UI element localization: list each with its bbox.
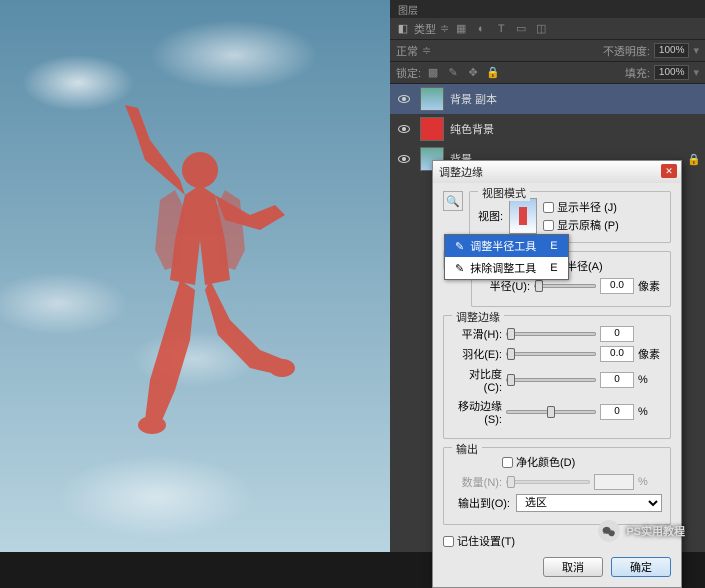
shift-value[interactable]: 0 (600, 404, 634, 420)
show-radius-check[interactable]: 显示半径 (J) (543, 199, 619, 215)
show-original-check[interactable]: 显示原稿 (P) (543, 217, 619, 233)
zoom-tool-icon[interactable]: 🔍 (443, 191, 463, 211)
blend-mode-select[interactable]: 正常 (396, 43, 418, 59)
lock-icon: 🔒 (687, 153, 701, 166)
visibility-toggle[interactable] (394, 89, 414, 109)
cancel-button[interactable]: 取消 (543, 557, 603, 577)
layer-name[interactable]: 纯色背景 (450, 121, 494, 137)
erase-brush-icon: ✎ (455, 262, 464, 275)
brush-tool-menu: ✎ 调整半径工具 E ✎ 抹除调整工具 E (444, 234, 569, 280)
layer-thumbnail[interactable] (420, 87, 444, 111)
dialog-titlebar[interactable]: 调整边缘 ✕ (433, 161, 681, 183)
view-mode-select[interactable] (509, 198, 537, 234)
lock-brush-icon[interactable]: ✎ (445, 65, 461, 81)
smooth-value[interactable]: 0 (600, 326, 634, 342)
layer-name[interactable]: 背景 副本 (450, 91, 497, 107)
feather-unit: 像素 (638, 346, 662, 362)
layer-filter-row: ◧ 类型 ≑ ▦ ◐ T ▭ ◫ (390, 18, 705, 40)
fill-value[interactable]: 100% (654, 65, 690, 80)
lock-all-icon[interactable]: 🔒 (485, 65, 501, 81)
adjust-edge-legend: 调整边缘 (452, 309, 504, 325)
amount-slider (506, 480, 590, 484)
watermark: PS实用教程 (598, 520, 685, 542)
ok-button[interactable]: 确定 (611, 557, 671, 577)
filter-text-icon[interactable]: T (493, 21, 509, 37)
canvas[interactable] (0, 0, 390, 552)
amount-value (594, 474, 634, 490)
feather-label: 羽化(E): (452, 346, 502, 362)
layer-thumbnail[interactable] (420, 117, 444, 141)
filter-pixel-icon[interactable]: ▦ (453, 21, 469, 37)
lock-label: 锁定: (396, 65, 421, 81)
smooth-label: 平滑(H): (452, 326, 502, 342)
radius-unit: 像素 (638, 278, 662, 294)
blend-mode-row: 正常 ≑ 不透明度: 100% ▾ (390, 40, 705, 62)
shift-slider[interactable] (506, 410, 596, 414)
dialog-title: 调整边缘 (439, 164, 483, 180)
output-to-label: 输出到(O): (452, 495, 510, 511)
erase-refine-tool-item[interactable]: ✎ 抹除调整工具 E (445, 257, 568, 279)
visibility-toggle[interactable] (394, 119, 414, 139)
filter-adjust-icon[interactable]: ◐ (473, 21, 489, 37)
decontaminate-check[interactable]: 净化颜色(D) (502, 454, 662, 470)
radius-label: 半径(U): (480, 278, 530, 294)
filter-shape-icon[interactable]: ▭ (513, 21, 529, 37)
layer-row[interactable]: 背景 副本 (390, 84, 705, 114)
filter-smart-icon[interactable]: ◫ (533, 21, 549, 37)
amount-unit: % (638, 476, 662, 488)
smooth-slider[interactable] (506, 332, 596, 336)
contrast-unit: % (638, 374, 662, 386)
contrast-slider[interactable] (506, 378, 596, 382)
contrast-label: 对比度(C): (452, 366, 502, 394)
selected-subject (100, 100, 300, 440)
opacity-value[interactable]: 100% (654, 43, 690, 58)
contrast-value[interactable]: 0 (600, 372, 634, 388)
view-label: 视图: (478, 208, 503, 224)
layer-row[interactable]: 纯色背景 (390, 114, 705, 144)
close-icon[interactable]: ✕ (661, 164, 677, 178)
visibility-toggle[interactable] (394, 149, 414, 169)
refine-radius-tool-item[interactable]: ✎ 调整半径工具 E (445, 235, 568, 257)
feather-value[interactable]: 0.0 (600, 346, 634, 362)
shift-label: 移动边缘(S): (452, 398, 502, 426)
output-legend: 输出 (452, 441, 482, 457)
layers-panel-title: 图层 (390, 0, 705, 18)
lock-transparency-icon[interactable]: ▩ (425, 65, 441, 81)
lock-row: 锁定: ▩ ✎ ✥ 🔒 填充: 100% ▾ (390, 62, 705, 84)
radius-value[interactable]: 0.0 (600, 278, 634, 294)
wechat-icon (598, 520, 620, 542)
fill-label: 填充: (625, 65, 650, 81)
refine-brush-icon: ✎ (455, 240, 464, 253)
amount-label: 数量(N): (452, 474, 502, 490)
lock-move-icon[interactable]: ✥ (465, 65, 481, 81)
opacity-label: 不透明度: (603, 43, 650, 59)
feather-slider[interactable] (506, 352, 596, 356)
radius-slider[interactable] (534, 284, 596, 288)
output-to-select[interactable]: 选区 (516, 494, 662, 512)
filter-type-icon[interactable]: ◧ (396, 22, 410, 36)
filter-type-label: 类型 (414, 21, 436, 37)
view-mode-legend: 视图模式 (478, 185, 530, 201)
shift-unit: % (638, 406, 662, 418)
